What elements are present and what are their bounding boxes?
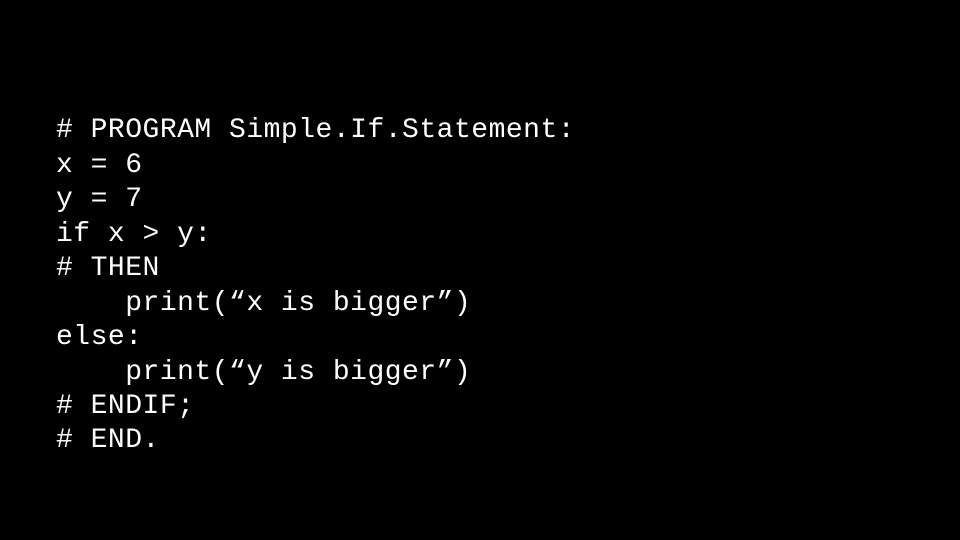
code-line: y = 7: [56, 184, 143, 215]
code-line: # THEN: [56, 253, 160, 284]
code-line: # END.: [56, 425, 160, 456]
code-line: else:: [56, 322, 143, 353]
code-line: x = 6: [56, 150, 143, 181]
code-line: print(“x is bigger”): [56, 288, 471, 319]
code-line: if x > y:: [56, 219, 212, 250]
code-line: print(“y is bigger”): [56, 357, 471, 388]
code-block: # PROGRAM Simple.If.Statement: x = 6 y =…: [56, 80, 575, 459]
code-line: # ENDIF;: [56, 391, 194, 422]
code-line: # PROGRAM Simple.If.Statement:: [56, 115, 575, 146]
